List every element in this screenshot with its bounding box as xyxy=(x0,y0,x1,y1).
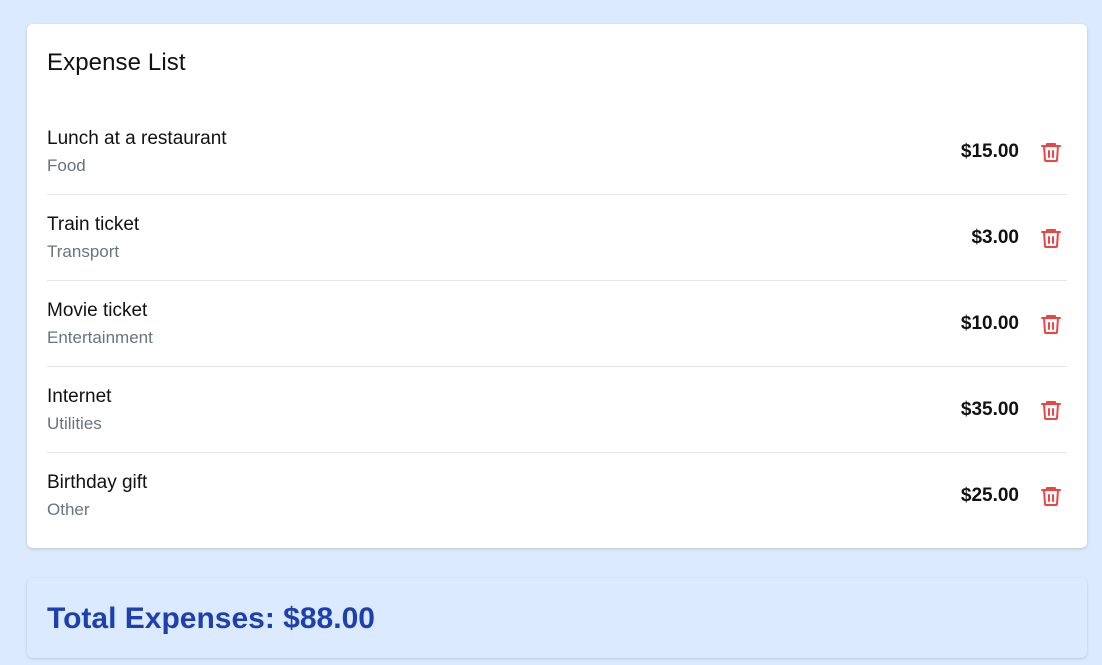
delete-expense-button[interactable] xyxy=(1035,136,1067,168)
expense-actions: $35.00 xyxy=(961,394,1067,426)
trash-icon xyxy=(1041,400,1061,420)
expense-row: Internet Utilities $35.00 xyxy=(47,367,1067,453)
expense-row: Train ticket Transport $3.00 xyxy=(47,195,1067,281)
expense-row: Birthday gift Other $25.00 xyxy=(47,453,1067,539)
expense-amount: $10.00 xyxy=(960,312,1019,334)
delete-expense-button[interactable] xyxy=(1035,394,1067,426)
expense-actions: $10.00 xyxy=(961,308,1067,340)
total-expenses-card: Total Expenses: $88.00 xyxy=(27,578,1087,658)
expense-info: Internet Utilities xyxy=(47,386,111,434)
expense-actions: $3.00 xyxy=(971,222,1067,254)
trash-icon xyxy=(1041,142,1061,162)
expense-amount: $25.00 xyxy=(960,485,1019,506)
trash-icon xyxy=(1041,487,1061,506)
expense-info: Train ticket Transport xyxy=(47,214,139,262)
expense-category: Entertainment xyxy=(47,327,153,347)
expense-actions: $15.00 xyxy=(961,136,1067,168)
delete-expense-button[interactable] xyxy=(1035,480,1067,512)
trash-icon xyxy=(1041,228,1061,248)
expense-row: Movie ticket Entertainment $10.00 xyxy=(47,281,1067,367)
total-expenses: Total Expenses: $88.00 xyxy=(47,602,375,635)
trash-icon xyxy=(1041,314,1061,334)
expense-list-card: Expense List Lunch at a restaurant Food … xyxy=(27,24,1087,548)
expense-name: Birthday gift xyxy=(47,472,148,493)
delete-expense-button[interactable] xyxy=(1035,222,1067,254)
expense-info: Movie ticket Entertainment xyxy=(47,300,153,348)
expense-list-title: Expense List xyxy=(47,49,186,76)
expense-name: Lunch at a restaurant xyxy=(47,127,227,149)
expense-amount: $35.00 xyxy=(960,398,1019,420)
expense-list: Lunch at a restaurant Food $15.00 Train … xyxy=(47,109,1067,539)
expense-category: Utilities xyxy=(47,413,102,433)
expense-amount: $15.00 xyxy=(960,140,1019,162)
expense-name: Train ticket xyxy=(47,213,140,235)
expense-name: Internet xyxy=(47,385,112,407)
delete-expense-button[interactable] xyxy=(1035,308,1067,340)
expense-actions: $25.00 xyxy=(961,480,1067,512)
expense-info: Birthday gift Other xyxy=(47,472,147,520)
expense-name: Movie ticket xyxy=(47,299,148,321)
expense-category: Other xyxy=(47,500,90,519)
expense-category: Transport xyxy=(47,241,120,261)
expense-amount: $3.00 xyxy=(971,226,1019,248)
expense-info: Lunch at a restaurant Food xyxy=(47,128,227,176)
expense-category: Food xyxy=(47,155,86,175)
expense-row: Lunch at a restaurant Food $15.00 xyxy=(47,109,1067,195)
